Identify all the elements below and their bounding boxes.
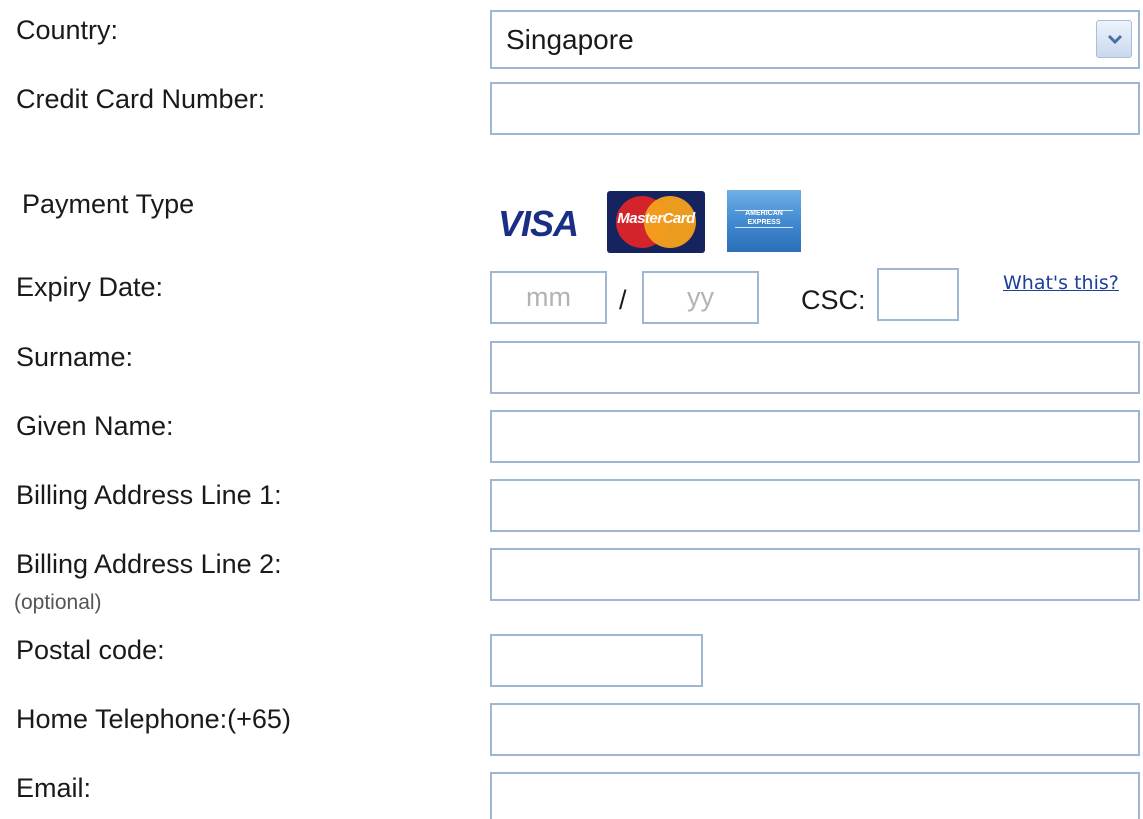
postal-code-label: Postal code: — [16, 635, 165, 665]
csc-label: CSC: — [801, 285, 866, 315]
mastercard-logo-text: MasterCard — [617, 210, 695, 227]
amex-logo-text: AMERICAN EXPRESS — [745, 210, 783, 226]
billing-address-line1-label: Billing Address Line 1: — [16, 480, 282, 510]
surname-input[interactable] — [490, 341, 1140, 394]
given-name-input[interactable] — [490, 410, 1140, 463]
given-name-label: Given Name: — [16, 411, 174, 441]
country-label: Country: — [16, 15, 119, 45]
mastercard-logo: MasterCard — [607, 191, 705, 253]
home-telephone-label: Home Telephone:(+65) — [16, 704, 291, 734]
postal-code-input[interactable] — [490, 634, 703, 687]
home-telephone-input[interactable] — [490, 703, 1140, 756]
email-label: Email: — [16, 773, 92, 803]
expiry-date-label: Expiry Date: — [16, 272, 164, 302]
expiry-separator: / — [619, 285, 627, 315]
country-selected-value: Singapore — [506, 24, 634, 55]
billing-address-line2-input[interactable] — [490, 548, 1140, 601]
billing-address-line2-label: Billing Address Line 2: — [16, 549, 282, 579]
payment-type-label: Payment Type — [22, 189, 195, 219]
card-number-label: Credit Card Number: — [16, 84, 266, 114]
expiry-year-input[interactable] — [642, 271, 759, 324]
card-number-input[interactable] — [490, 82, 1140, 135]
country-select[interactable]: Singapore — [490, 10, 1140, 69]
visa-logo: VISA — [498, 203, 579, 244]
billing-address-line1-input[interactable] — [490, 479, 1140, 532]
csc-input[interactable] — [877, 268, 959, 321]
surname-label: Surname: — [16, 342, 134, 372]
whats-this-link[interactable]: What's this? — [1003, 270, 1119, 296]
chevron-down-icon — [1107, 34, 1123, 45]
optional-note: (optional) — [14, 591, 102, 614]
dropdown-button[interactable] — [1096, 20, 1132, 58]
american-express-logo: AMERICAN EXPRESS — [727, 190, 801, 252]
expiry-month-input[interactable] — [490, 271, 607, 324]
email-input[interactable] — [490, 772, 1140, 819]
